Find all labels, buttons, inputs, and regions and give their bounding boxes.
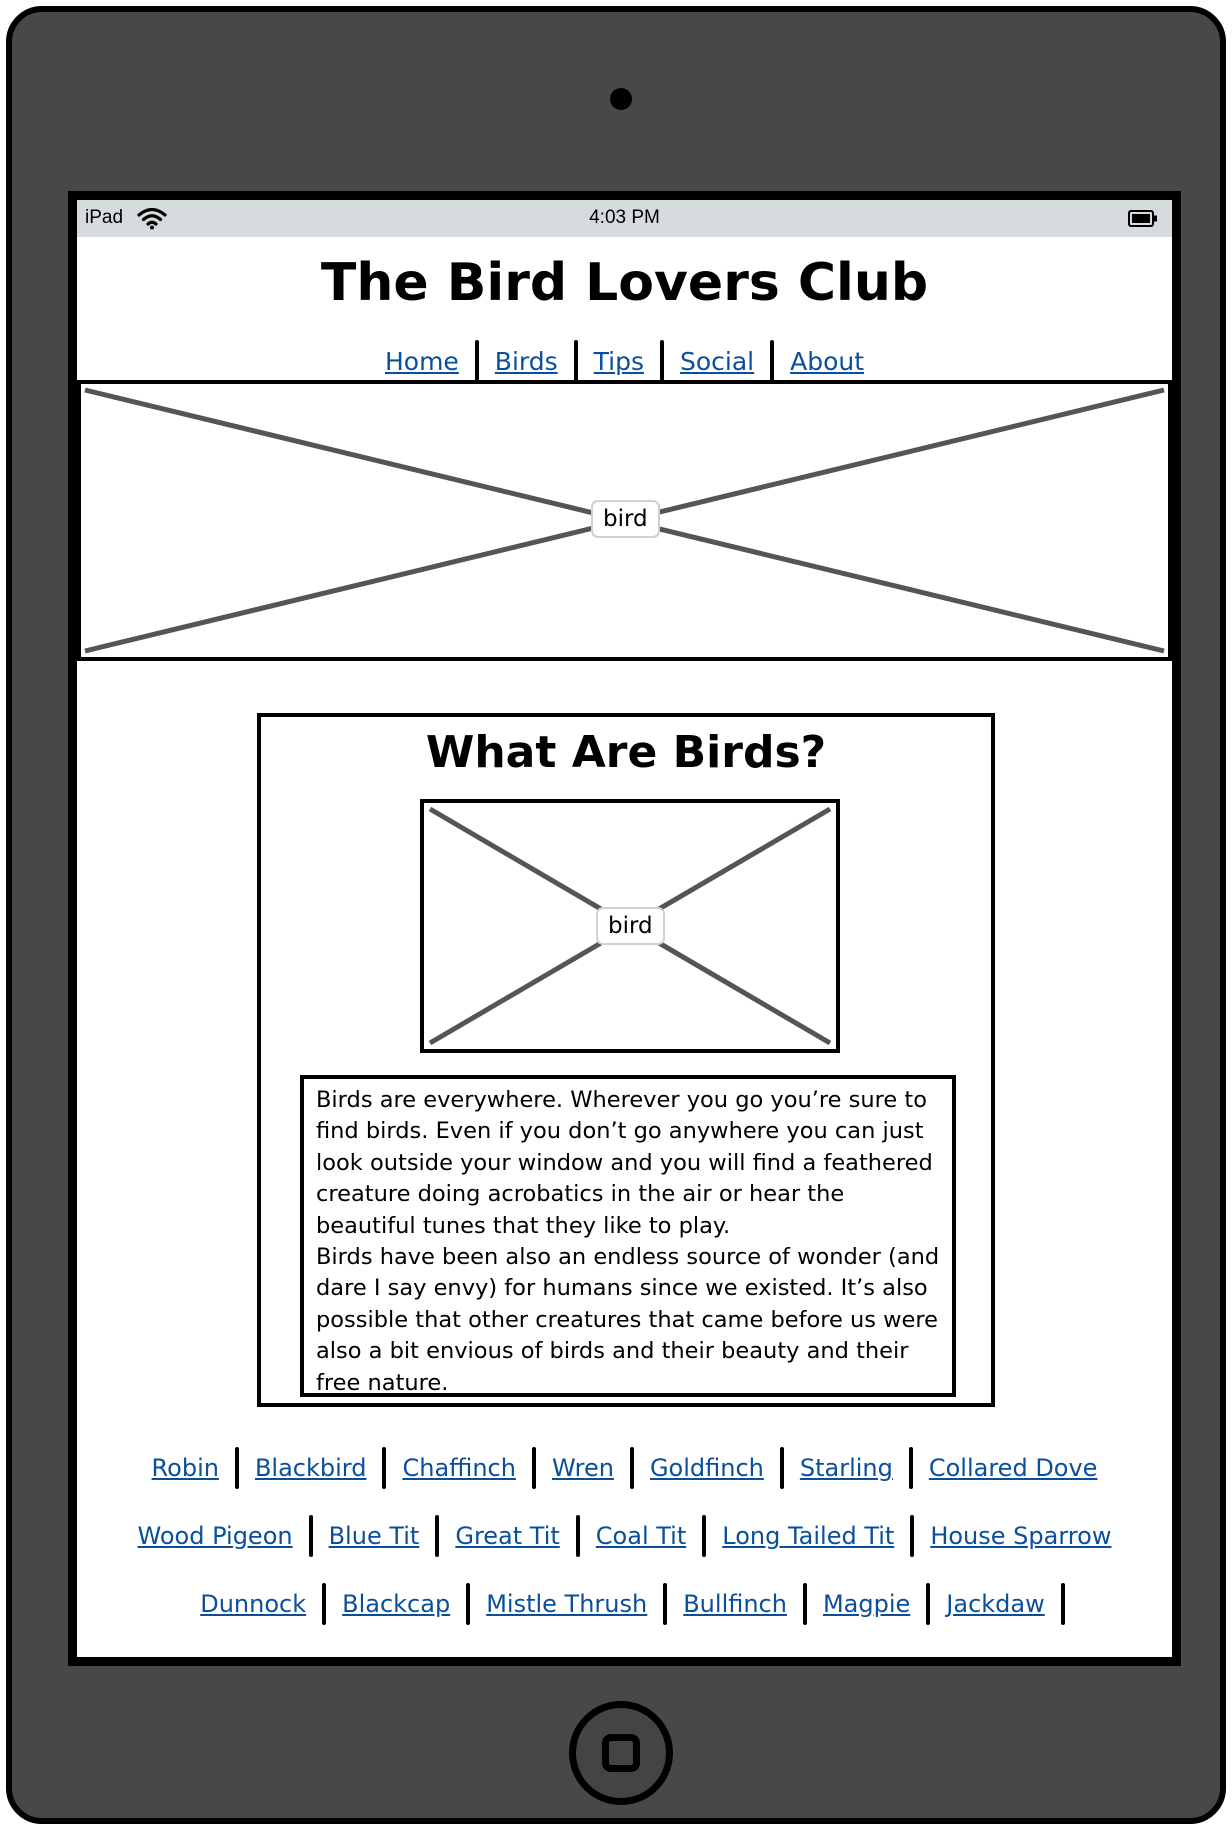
main-nav: Home Birds Tips Social About — [77, 340, 1172, 382]
link-separator — [1060, 1583, 1065, 1625]
section-image-label: bird — [596, 907, 665, 945]
bird-links-row: Robin Blackbird Chaffinch Wren Goldfinch… — [77, 1442, 1172, 1494]
camera-dot — [610, 88, 632, 110]
ipad-frame: iPad 4:03 PM The Bird Lovers Club Home B… — [6, 6, 1226, 1824]
section-body-text: Birds are everywhere. Wherever you go yo… — [316, 1087, 940, 1396]
bird-link-house-sparrow[interactable]: House Sparrow — [914, 1522, 1127, 1550]
bird-link-blue-tit[interactable]: Blue Tit — [313, 1522, 436, 1550]
bird-links: Robin Blackbird Chaffinch Wren Goldfinch… — [77, 1442, 1172, 1630]
bird-link-mistle-thrush[interactable]: Mistle Thrush — [470, 1590, 663, 1618]
section-text-box: Birds are everywhere. Wherever you go yo… — [300, 1075, 956, 1397]
bird-link-wood-pigeon[interactable]: Wood Pigeon — [122, 1522, 309, 1550]
bird-link-wren[interactable]: Wren — [536, 1454, 630, 1482]
home-square-icon — [602, 1734, 640, 1772]
section-image-placeholder: bird — [420, 799, 840, 1053]
nav-link-social[interactable]: Social — [664, 347, 770, 376]
bird-link-blackbird[interactable]: Blackbird — [239, 1454, 383, 1482]
bird-link-magpie[interactable]: Magpie — [807, 1590, 926, 1618]
ipad-screen: iPad 4:03 PM The Bird Lovers Club Home B… — [68, 191, 1181, 1666]
bird-link-long-tailed-tit[interactable]: Long Tailed Tit — [706, 1522, 910, 1550]
bird-link-bullfinch[interactable]: Bullfinch — [667, 1590, 803, 1618]
what-are-birds-card: What Are Birds? bird Birds are everywher… — [257, 713, 995, 1407]
hero-image-placeholder: bird — [77, 380, 1172, 661]
nav-link-birds[interactable]: Birds — [479, 347, 574, 376]
bird-link-great-tit[interactable]: Great Tit — [439, 1522, 575, 1550]
bird-link-goldfinch[interactable]: Goldfinch — [634, 1454, 780, 1482]
battery-icon — [1128, 210, 1158, 227]
bird-link-jackdaw[interactable]: Jackdaw — [930, 1590, 1060, 1618]
status-bar: iPad 4:03 PM — [77, 200, 1172, 237]
bird-link-coal-tit[interactable]: Coal Tit — [580, 1522, 702, 1550]
nav-link-tips[interactable]: Tips — [578, 347, 660, 376]
home-button[interactable] — [569, 1701, 673, 1805]
bird-links-row: Wood Pigeon Blue Tit Great Tit Coal Tit … — [77, 1510, 1172, 1562]
bird-link-dunnock[interactable]: Dunnock — [184, 1590, 322, 1618]
nav-link-about[interactable]: About — [774, 347, 880, 376]
bird-link-chaffinch[interactable]: Chaffinch — [386, 1454, 532, 1482]
bird-link-robin[interactable]: Robin — [136, 1454, 235, 1482]
bird-links-row: Dunnock Blackcap Mistle Thrush Bullfinch… — [77, 1578, 1172, 1630]
bird-link-collared-dove[interactable]: Collared Dove — [913, 1454, 1114, 1482]
section-title: What Are Birds? — [425, 727, 827, 778]
bird-link-starling[interactable]: Starling — [784, 1454, 909, 1482]
site-title: The Bird Lovers Club — [320, 253, 929, 313]
nav-link-home[interactable]: Home — [369, 347, 475, 376]
status-time: 4:03 PM — [589, 207, 660, 228]
hero-image-label: bird — [591, 500, 660, 538]
bird-link-blackcap[interactable]: Blackcap — [326, 1590, 466, 1618]
